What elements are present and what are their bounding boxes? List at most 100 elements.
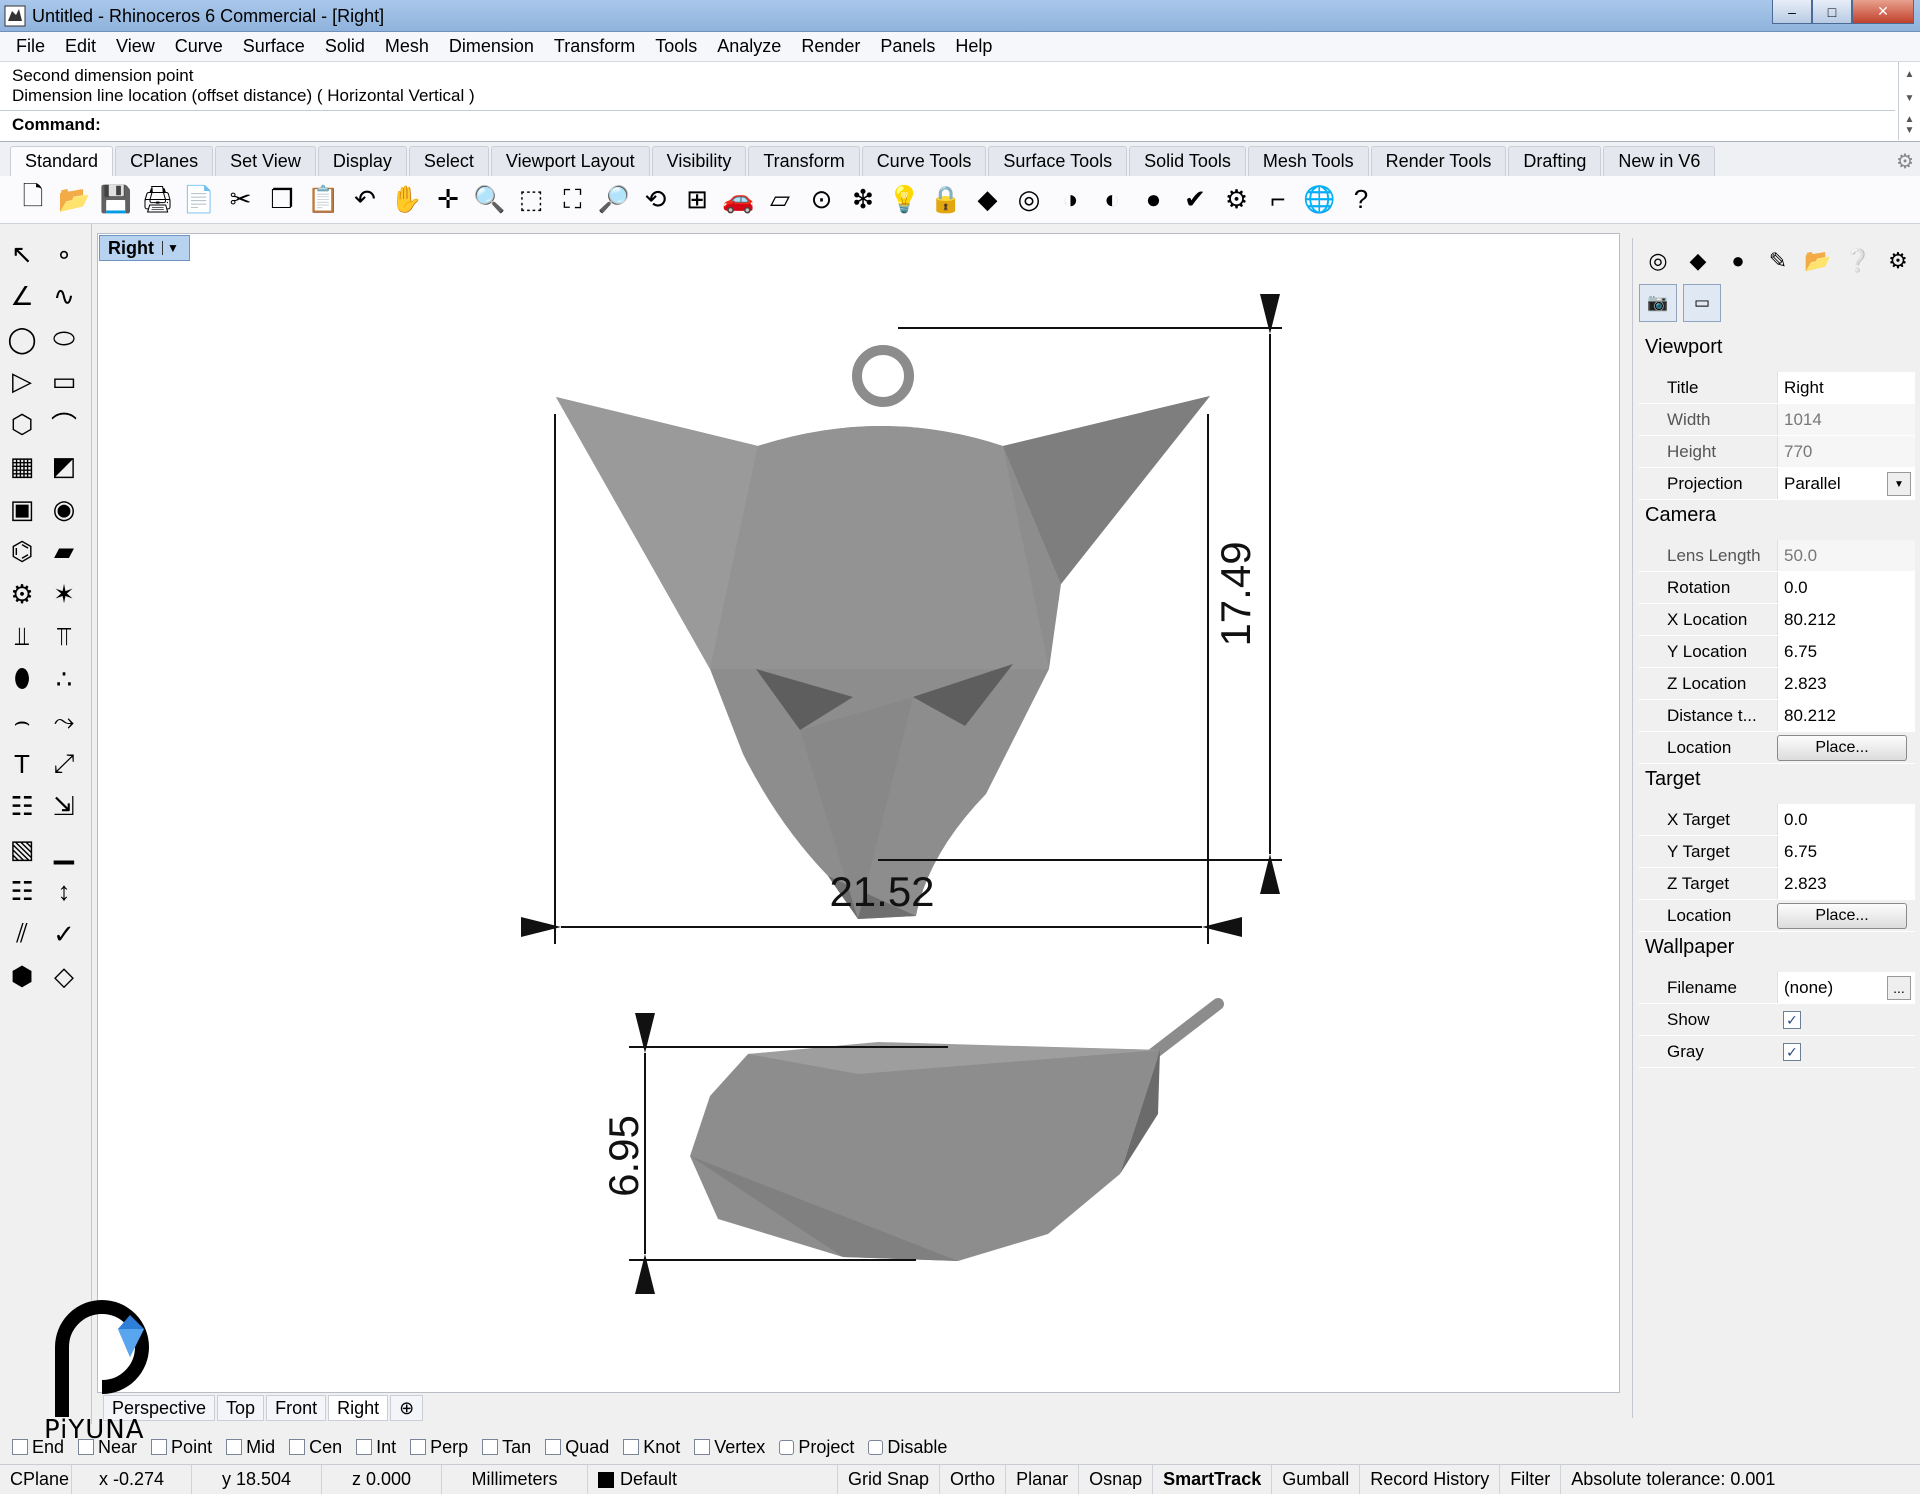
paint-icon[interactable]: ✔ <box>1176 181 1214 219</box>
ruler-icon[interactable]: ▁ <box>46 831 82 867</box>
select-arrow-icon[interactable]: ↖ <box>4 236 40 272</box>
osnap-checkbox[interactable] <box>779 1439 795 1455</box>
panel-gear-icon[interactable]: ⚙ <box>1881 244 1915 278</box>
array-icon[interactable]: ☷ <box>4 789 40 825</box>
toolbar-tab-select[interactable]: Select <box>408 146 489 176</box>
toolbar-tab-viewport-layout[interactable]: Viewport Layout <box>490 146 650 176</box>
planar-surface-icon[interactable]: ▰ <box>46 534 82 570</box>
property-value[interactable]: 0.0 <box>1777 572 1915 603</box>
viewport-menu-caret-icon[interactable]: ▼ <box>161 241 179 255</box>
viewport-tab-right[interactable]: Right <box>328 1395 389 1421</box>
target-place-button[interactable]: Place... <box>1777 903 1907 929</box>
osnap-checkbox[interactable] <box>545 1439 562 1455</box>
layer-indicator[interactable]: Default <box>588 1464 838 1494</box>
scale-icon[interactable]: ⤢ <box>46 746 82 782</box>
ellipse-icon[interactable]: ⬭ <box>46 321 82 357</box>
grid-plane-icon[interactable]: ▱ <box>761 181 799 219</box>
menu-surface[interactable]: Surface <box>233 36 315 57</box>
distance-icon[interactable]: ↕ <box>46 874 82 910</box>
fillet-edge-icon[interactable]: ⌢ <box>4 704 40 740</box>
help-icon[interactable]: ? <box>1342 181 1380 219</box>
menu-file[interactable]: File <box>6 36 55 57</box>
scroll-up-icon[interactable]: ▲ <box>1905 69 1915 80</box>
cylinder-icon[interactable]: ⌬ <box>4 534 40 570</box>
fillet-curve-icon[interactable]: ⌒ <box>46 406 82 442</box>
status-toggle-gumball[interactable]: Gumball <box>1272 1464 1361 1494</box>
units-indicator[interactable]: Millimeters <box>442 1464 588 1494</box>
sphere-icon[interactable]: ◉ <box>46 491 82 527</box>
copy-icon[interactable]: ❐ <box>263 181 301 219</box>
wallpaper-show-checkbox[interactable]: ✓ <box>1783 1011 1801 1029</box>
wallpaper-browse-button[interactable]: ... <box>1887 976 1911 1000</box>
menu-transform[interactable]: Transform <box>544 36 645 57</box>
boolean-split-icon[interactable]: ∴ <box>46 661 82 697</box>
toolbar-tab-new-in-v6[interactable]: New in V6 <box>1603 146 1716 176</box>
property-value[interactable]: 6.75 <box>1777 636 1915 667</box>
arc-icon[interactable]: ▷ <box>4 364 40 400</box>
property-value[interactable]: 2.823 <box>1777 668 1915 699</box>
osnap-quad[interactable]: Quad <box>545 1437 609 1458</box>
toolbar-tab-drafting[interactable]: Drafting <box>1508 146 1602 176</box>
menu-solid[interactable]: Solid <box>315 36 375 57</box>
osnap-checkbox[interactable] <box>289 1439 306 1455</box>
property-value[interactable]: Right <box>1777 372 1915 403</box>
pan-icon[interactable]: ✋ <box>388 181 426 219</box>
osnap-disable[interactable]: Disable <box>868 1437 947 1458</box>
osnap-checkbox[interactable] <box>482 1439 499 1455</box>
zoom-icon[interactable]: 🔍 <box>471 181 509 219</box>
menu-view[interactable]: View <box>106 36 165 57</box>
command-input[interactable] <box>104 115 1705 135</box>
layers-icon[interactable]: ◆ <box>969 181 1007 219</box>
loft-icon[interactable]: ◩ <box>46 449 82 485</box>
toolbar-tab-standard[interactable]: Standard <box>10 146 114 176</box>
text-icon[interactable]: T <box>4 746 40 782</box>
osnap-vertex[interactable]: Vertex <box>694 1437 765 1458</box>
toolbar-tab-solid-tools[interactable]: Solid Tools <box>1129 146 1246 176</box>
import-icon[interactable]: 📄 <box>180 181 218 219</box>
curve-cv-icon[interactable]: ∿ <box>46 279 82 315</box>
spin-up-icon[interactable]: ▲ <box>1905 114 1915 125</box>
status-toggle-planar[interactable]: Planar <box>1006 1464 1080 1494</box>
window-title-bar[interactable]: Untitled - Rhinoceros 6 Commercial - [Ri… <box>0 0 1920 32</box>
render-mesh-icon[interactable]: ◇ <box>46 959 82 995</box>
toolbar-tab-display[interactable]: Display <box>317 146 407 176</box>
new-icon[interactable]: 🗋 <box>14 181 52 219</box>
menu-mesh[interactable]: Mesh <box>375 36 439 57</box>
wallpaper-gray-checkbox[interactable]: ✓ <box>1783 1043 1801 1061</box>
cage-icon[interactable]: ▧ <box>4 831 40 867</box>
osnap-perp[interactable]: Perp <box>410 1437 468 1458</box>
menu-panels[interactable]: Panels <box>870 36 945 57</box>
menu-dimension[interactable]: Dimension <box>439 36 544 57</box>
gear-solid-icon[interactable]: ⚙ <box>4 576 40 612</box>
explode-icon[interactable]: ✶ <box>46 576 82 612</box>
open-icon[interactable]: 📂 <box>56 181 94 219</box>
toolbar-tab-render-tools[interactable]: Render Tools <box>1370 146 1507 176</box>
viewport-right[interactable]: 17.49 21.52 6.95 <box>97 233 1620 1393</box>
point-icon[interactable]: ∘ <box>46 236 82 272</box>
zoom-selected-icon[interactable]: 🔎 <box>595 181 633 219</box>
mesh-icon[interactable]: ⬢ <box>4 959 40 995</box>
color-wheel-icon[interactable]: ◎ <box>1010 181 1048 219</box>
layers-panel-icon[interactable]: ◆ <box>1681 244 1715 278</box>
menu-analyze[interactable]: Analyze <box>707 36 791 57</box>
status-toggle-grid-snap[interactable]: Grid Snap <box>838 1464 941 1494</box>
menu-edit[interactable]: Edit <box>55 36 106 57</box>
viewport-tab-front[interactable]: Front <box>266 1395 327 1421</box>
toolbar-tab-transform[interactable]: Transform <box>748 146 860 176</box>
camera-icon[interactable]: 📷 <box>1639 284 1677 322</box>
command-spinner[interactable]: ▲ ▼ <box>1898 110 1920 140</box>
status-toggle-record-history[interactable]: Record History <box>1360 1464 1501 1494</box>
status-toggle-osnap[interactable]: Osnap <box>1079 1464 1154 1494</box>
help-panel-icon[interactable]: ❔ <box>1841 244 1875 278</box>
toolbar-tab-cplanes[interactable]: CPlanes <box>115 146 214 176</box>
cplane-indicator[interactable]: CPlane <box>0 1464 72 1494</box>
status-toggle-filter[interactable]: Filter <box>1500 1464 1562 1494</box>
minimize-button[interactable]: – <box>1772 0 1812 24</box>
command-history-scrollbar[interactable]: ▲ ▼ <box>1898 62 1920 110</box>
camera-place-button[interactable]: Place... <box>1777 735 1907 761</box>
add-viewport-tab-icon[interactable]: ⊕ <box>390 1395 424 1421</box>
osnap-checkbox[interactable] <box>623 1439 640 1455</box>
undo-icon[interactable]: ↶ <box>346 181 384 219</box>
osnap-checkbox[interactable] <box>356 1439 373 1455</box>
cut-icon[interactable]: ✂ <box>222 181 260 219</box>
